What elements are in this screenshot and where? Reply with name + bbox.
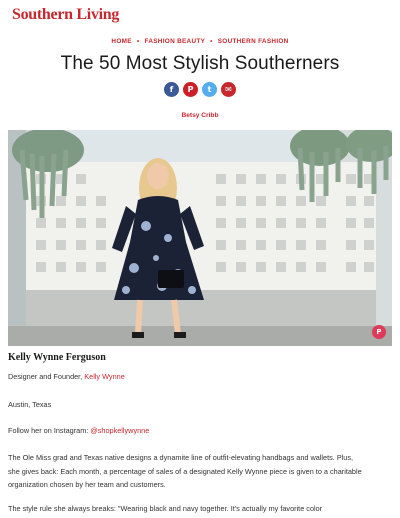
hero-photo: P <box>8 130 392 346</box>
brand-link[interactable]: Kelly Wynne <box>84 372 125 381</box>
email-share-button[interactable]: ✉ <box>221 82 236 97</box>
breadcrumb-separator: • <box>210 38 213 45</box>
bio-line: she gives back: Each month, a percentage… <box>8 466 362 476</box>
instagram-prefix: Follow her on Instagram: <box>8 426 91 435</box>
bio-line: The Ole Miss grad and Texas native desig… <box>8 453 354 462</box>
twitter-icon: t <box>207 85 212 94</box>
pin-image-button[interactable]: P <box>372 325 386 339</box>
breadcrumb-southern-fashion-link[interactable]: SOUTHERN FASHION <box>218 38 289 45</box>
breadcrumb-fashion-beauty-link[interactable]: FASHION BEAUTY <box>144 38 205 45</box>
pinterest-icon: P <box>376 328 382 336</box>
entry-bio: The Ole Miss grad and Texas native desig… <box>8 451 388 492</box>
breadcrumb-separator: • <box>136 38 140 45</box>
twitter-share-button[interactable]: t <box>202 82 217 97</box>
breadcrumb: HOME • FASHION BEAUTY • SOUTHERN FASHION <box>0 38 400 45</box>
article-title: The 50 Most Stylish Southerners <box>60 53 340 74</box>
breadcrumb-home-link[interactable]: HOME <box>111 38 131 45</box>
share-bar: f P t ✉ <box>0 82 400 97</box>
bio-line: organization chosen by her team and cust… <box>8 480 166 489</box>
entry-role: Designer and Founder, Kelly Wynne <box>8 370 388 384</box>
email-icon: ✉ <box>225 85 232 94</box>
pinterest-icon: P <box>187 85 194 94</box>
entry-name: Kelly Wynne Ferguson <box>8 352 106 363</box>
hero-photo-illustration <box>8 130 392 346</box>
facebook-share-button[interactable]: f <box>164 82 179 97</box>
entry-style-rule: The style rule she always breaks: "Weari… <box>8 504 323 513</box>
entry-role-prefix: Designer and Founder, <box>8 372 85 381</box>
instagram-link[interactable]: @shopkellywynne <box>90 426 149 435</box>
facebook-icon: f <box>169 85 174 94</box>
entry-location: Austin, Texas <box>8 400 52 409</box>
entry-instagram: Follow her on Instagram: @shopkellywynne <box>8 424 388 438</box>
site-logo[interactable]: Southern Living <box>12 6 119 24</box>
pinterest-share-button[interactable]: P <box>183 82 198 97</box>
author-link[interactable]: Betsy Cribb <box>0 112 400 119</box>
